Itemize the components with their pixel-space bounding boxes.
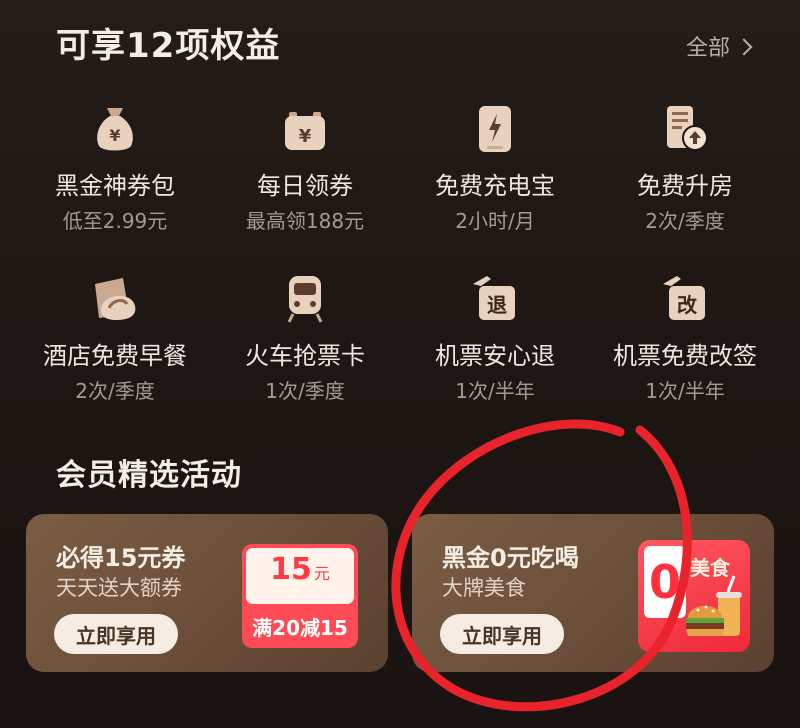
food-badge: 0 美食 — [638, 540, 750, 652]
benefit-item-hotel-breakfast[interactable]: 酒店免费早餐 2次/季度 — [20, 262, 210, 432]
benefit-item-daily-coupon[interactable]: ¥ 每日领券 最高领188元 — [210, 92, 400, 262]
room-upgrade-icon — [655, 98, 715, 158]
benefits-title: 可享12项权益 — [56, 26, 281, 66]
benefit-name: 黑金神券包 — [55, 172, 175, 200]
benefit-name: 酒店免费早餐 — [43, 342, 187, 370]
chevron-right-icon — [735, 38, 753, 55]
breakfast-icon — [85, 268, 145, 328]
flight-change-icon: 改 — [655, 268, 715, 328]
benefit-name: 免费充电宝 — [435, 172, 555, 200]
coupon-rule: 满20减15 — [252, 615, 348, 640]
burger-drink-icon — [686, 575, 742, 636]
train-icon — [275, 268, 335, 328]
change-glyph: 改 — [677, 293, 698, 317]
benefit-item-room-upgrade[interactable]: 免费升房 2次/季度 — [590, 92, 780, 262]
benefit-sub: 2次/季度 — [645, 209, 725, 233]
use-now-button[interactable]: 立即享用 — [54, 614, 178, 654]
benefit-sub: 2次/季度 — [75, 379, 155, 403]
benefits-grid: ¥ 黑金神券包 低至2.99元 ¥ 每日领券 最高领188元 免费充电宝 2小时 — [20, 92, 780, 432]
activity-subtitle: 天天送大额券 — [56, 576, 182, 600]
benefit-item-power-bank[interactable]: 免费充电宝 2小时/月 — [400, 92, 590, 262]
benefit-item-flight-refund[interactable]: 退 机票安心退 1次/半年 — [400, 262, 590, 432]
activity-subtitle: 大牌美食 — [442, 576, 526, 600]
benefit-sub: 1次/季度 — [265, 379, 345, 403]
coupon-badge: 15 元 满20减15 — [242, 544, 358, 648]
activity-card-coupon[interactable]: 必得15元券 天天送大额券 立即享用 15 元 满20减15 — [26, 514, 388, 672]
benefit-item-flight-change[interactable]: 改 机票免费改签 1次/半年 — [590, 262, 780, 432]
benefit-item-coupon-pack[interactable]: ¥ 黑金神券包 低至2.99元 — [20, 92, 210, 262]
activity-title: 必得15元券 — [56, 544, 186, 572]
view-all-label: 全部 — [685, 36, 730, 61]
coupon-unit: 元 — [313, 564, 330, 583]
flight-refund-icon: 退 — [465, 268, 525, 328]
calendar-coupon-icon: ¥ — [275, 98, 335, 158]
benefit-sub: 低至2.99元 — [62, 209, 168, 233]
activities-title: 会员精选活动 — [56, 458, 242, 493]
use-now-button[interactable]: 立即享用 — [440, 614, 564, 654]
benefits-header: 可享12项权益 全部 — [56, 18, 753, 66]
coupon-amount-area: 15 元 — [246, 548, 354, 604]
svg-text:¥: ¥ — [109, 126, 120, 145]
benefit-name: 免费升房 — [637, 172, 733, 200]
view-all-link[interactable]: 全部 — [685, 30, 753, 62]
benefit-sub: 1次/半年 — [645, 379, 725, 403]
benefit-name: 机票安心退 — [435, 342, 555, 370]
coupon-amount: 15 — [270, 552, 312, 587]
benefit-sub: 2小时/月 — [455, 209, 535, 233]
benefit-item-train-ticket[interactable]: 火车抢票卡 1次/季度 — [210, 262, 400, 432]
money-bag-icon: ¥ — [85, 98, 145, 158]
benefit-sub: 最高领188元 — [245, 209, 365, 233]
activity-card-food[interactable]: 黑金0元吃喝 大牌美食 立即享用 0 美食 — [412, 514, 774, 672]
benefit-name: 机票免费改签 — [613, 342, 757, 370]
svg-text:¥: ¥ — [299, 126, 312, 147]
benefit-sub: 1次/半年 — [455, 379, 535, 403]
benefit-name: 每日领券 — [257, 172, 353, 200]
refund-glyph: 退 — [487, 293, 507, 317]
benefit-name: 火车抢票卡 — [245, 342, 365, 370]
power-bank-icon — [465, 98, 525, 158]
activity-title: 黑金0元吃喝 — [442, 544, 579, 572]
